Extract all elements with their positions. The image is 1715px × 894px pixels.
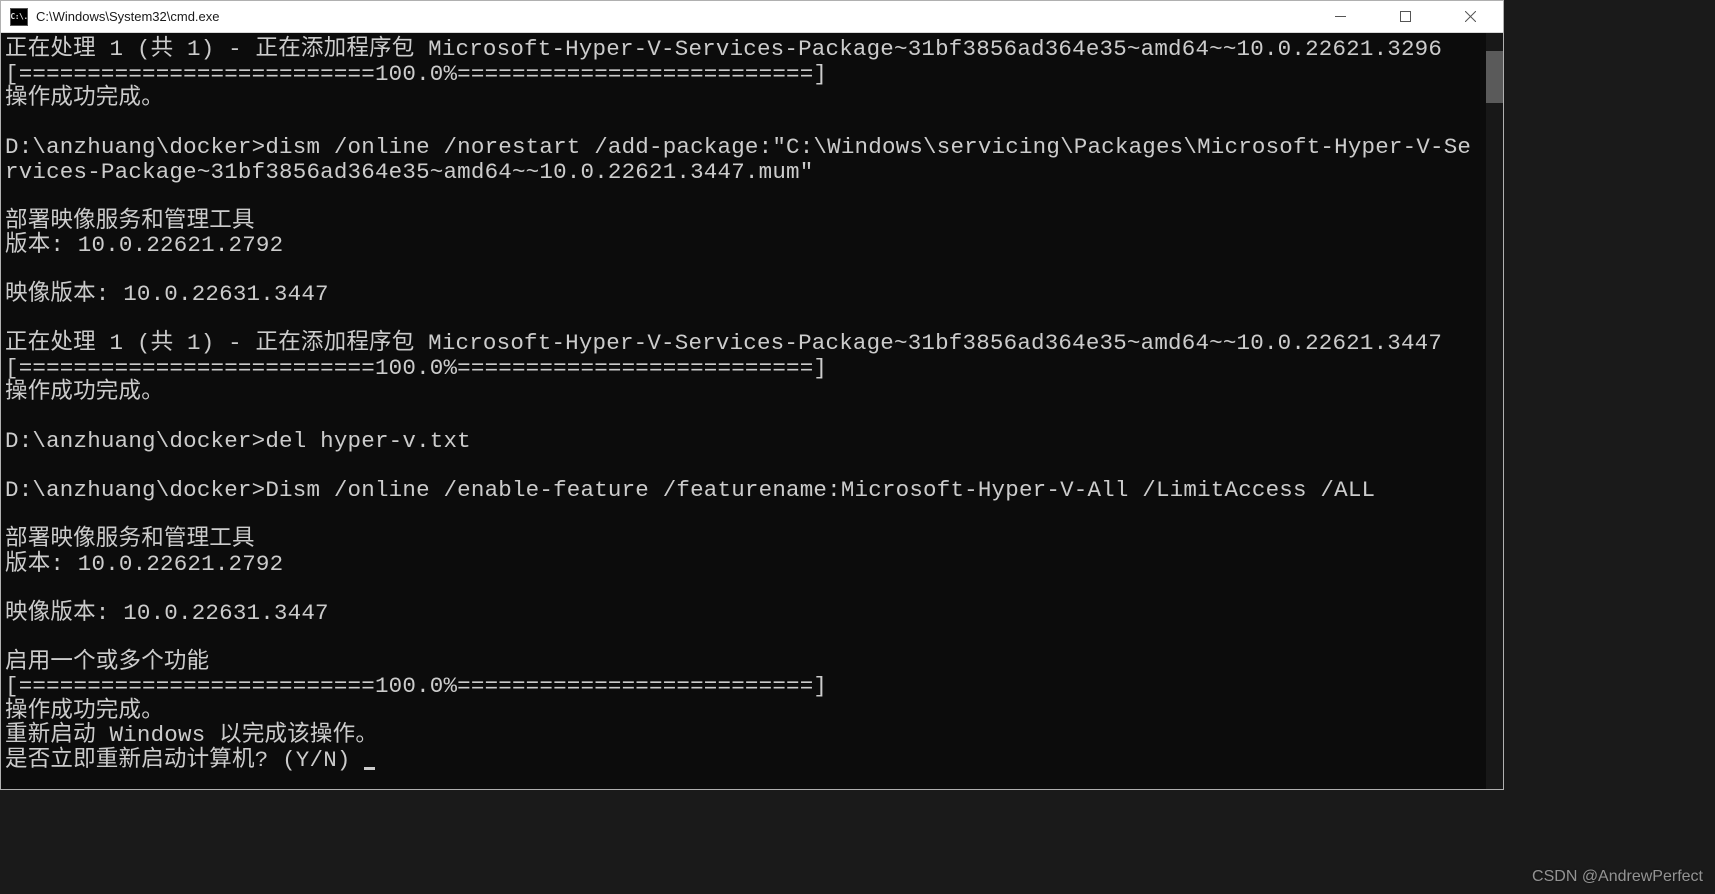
cmd-icon: C:\. (10, 8, 28, 26)
line-processing-1: 正在处理 1 (共 1) - 正在添加程序包 Microsoft-Hyper-V… (5, 36, 1442, 62)
line-cmd-dism-add: D:\anzhuang\docker>dism /online /noresta… (5, 134, 1471, 185)
line-dism-header-2: 部署映像服务和管理工具 (5, 526, 255, 552)
line-version-1: 版本: 10.0.22621.2792 (5, 232, 283, 258)
line-success-3: 操作成功完成。 (5, 698, 164, 724)
close-icon (1465, 11, 1476, 22)
window-title: C:\Windows\System32\cmd.exe (36, 9, 220, 24)
scrollbar-thumb[interactable] (1486, 51, 1503, 103)
line-cmd-del: D:\anzhuang\docker>del hyper-v.txt (5, 428, 471, 454)
terminal-content[interactable]: 正在处理 1 (共 1) - 正在添加程序包 Microsoft-Hyper-V… (1, 33, 1486, 789)
maximize-button[interactable] (1373, 1, 1438, 32)
line-cmd-enable: D:\anzhuang\docker>Dism /online /enable-… (5, 477, 1375, 503)
line-dism-header-1: 部署映像服务和管理工具 (5, 208, 255, 234)
vertical-scrollbar[interactable] (1486, 33, 1503, 789)
terminal-text: 正在处理 1 (共 1) - 正在添加程序包 Microsoft-Hyper-V… (5, 37, 1484, 772)
titlebar-left: C:\. C:\Windows\System32\cmd.exe (1, 8, 220, 26)
line-processing-2: 正在处理 1 (共 1) - 正在添加程序包 Microsoft-Hyper-V… (5, 330, 1442, 356)
line-restart-msg: 重新启动 Windows 以完成该操作。 (5, 722, 378, 748)
window-controls (1308, 1, 1503, 32)
minimize-button[interactable] (1308, 1, 1373, 32)
line-restart-prompt: 是否立即重新启动计算机? (Y/N) (5, 747, 364, 773)
terminal-body: 正在处理 1 (共 1) - 正在添加程序包 Microsoft-Hyper-V… (1, 33, 1503, 789)
cursor (364, 767, 375, 770)
line-progress-3: [==========================100.0%=======… (5, 673, 827, 699)
cmd-window: C:\. C:\Windows\System32\cmd.exe (0, 0, 1504, 790)
line-progress-2: [==========================100.0%=======… (5, 355, 827, 381)
maximize-icon (1400, 11, 1411, 22)
line-version-2: 版本: 10.0.22621.2792 (5, 551, 283, 577)
minimize-icon (1335, 11, 1346, 22)
watermark: CSDN @AndrewPerfect (1532, 868, 1703, 886)
close-button[interactable] (1438, 1, 1503, 32)
line-success-1: 操作成功完成。 (5, 85, 164, 111)
line-success-2: 操作成功完成。 (5, 379, 164, 405)
line-image-version-2: 映像版本: 10.0.22631.3447 (5, 600, 329, 626)
line-image-version-1: 映像版本: 10.0.22631.3447 (5, 281, 329, 307)
line-enable-feature: 启用一个或多个功能 (5, 649, 209, 675)
window-titlebar[interactable]: C:\. C:\Windows\System32\cmd.exe (1, 1, 1503, 33)
line-progress-1: [==========================100.0%=======… (5, 61, 827, 87)
